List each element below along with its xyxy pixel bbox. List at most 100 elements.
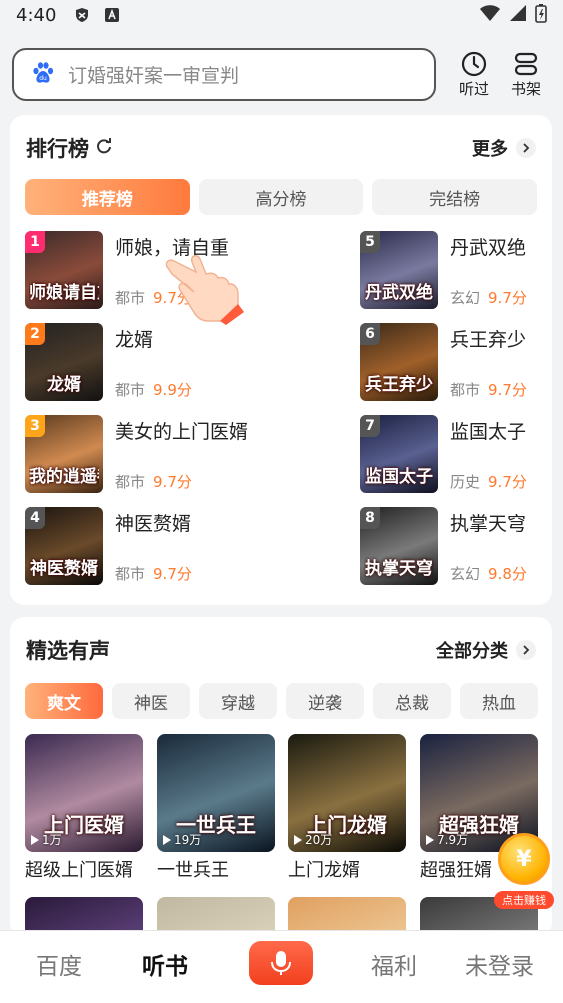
play-count-value: 20万 <box>305 833 333 847</box>
play-count-value: 19万 <box>174 833 202 847</box>
book-genre: 玄幻 <box>450 565 481 583</box>
book-cover: 8 执掌天穹 <box>360 507 438 585</box>
ranking-title-text: 排行榜 <box>26 137 89 161</box>
book-title: 兵王弃少 <box>450 329 527 351</box>
bookshelf-button[interactable]: 书架 <box>506 50 546 99</box>
play-icon <box>31 834 39 845</box>
nav-welfare[interactable]: 福利 <box>371 947 417 981</box>
audio-section-title: 精选有声 <box>26 635 110 665</box>
book-genre: 都市 <box>115 565 146 583</box>
ranking-book-item[interactable]: 5 丹武双绝 丹武双绝 玄幻 9.7分 <box>360 231 563 311</box>
chevron-right-icon <box>516 138 536 158</box>
play-count-value: 1万 <box>42 833 62 847</box>
refresh-icon[interactable] <box>95 136 113 160</box>
category-tab[interactable]: 逆袭 <box>286 683 364 719</box>
category-tab[interactable]: 热血 <box>460 683 538 719</box>
nav-listen[interactable]: 听书 <box>142 947 188 981</box>
tab-high-score[interactable]: 高分榜 <box>198 179 364 215</box>
ranking-book-item[interactable]: 3 我的逍遥都市 美女的上门医婿 都市 9.7分 <box>25 415 285 495</box>
ranking-book-item[interactable]: 6 兵王弃少 兵王弃少 都市 9.7分 <box>360 323 563 403</box>
book-title: 神医赘婿 <box>115 513 192 535</box>
play-count: 19万 <box>163 831 201 848</box>
ranking-book-item[interactable]: 2 龙婿 龙婿 都市 9.9分 <box>25 323 285 403</box>
ranking-card: 排行榜 更多 推荐榜 高分榜 完结榜 1 师娘请自重 师娘，请自重 都市9.7分… <box>10 115 552 605</box>
book-score: 9.7分 <box>488 381 527 399</box>
ranking-more-link[interactable]: 更多 <box>472 135 536 161</box>
nav-account[interactable]: 未登录 <box>465 947 534 981</box>
audio-cover[interactable] <box>25 897 143 932</box>
search-input[interactable]: du 订婚强奸案一审宣判 <box>12 48 436 101</box>
cover-caption: 神医赘婿 <box>30 559 98 579</box>
earn-money-label: 点击赚钱 <box>494 891 554 909</box>
status-time: 4:40 <box>16 4 57 26</box>
book-cover: 3 我的逍遥都市 <box>25 415 103 493</box>
book-meta: 历史 9.7分 <box>450 471 527 492</box>
category-tab[interactable]: 爽文 <box>25 683 103 719</box>
partial-book-row <box>10 897 552 932</box>
cover-caption: 我的逍遥都市 <box>29 467 99 487</box>
ranking-book-item[interactable]: 4 神医赘婿 神医赘婿 都市 9.7分 <box>25 507 285 587</box>
ranking-book-item[interactable]: 8 执掌天穹 执掌天穹 玄幻 9.8分 <box>360 507 563 587</box>
book-genre: 都市 <box>450 381 481 399</box>
audio-cover: 一世兵王 19万 <box>157 734 275 852</box>
svg-text:du: du <box>39 75 47 82</box>
ranking-book-item[interactable]: 7 监国太子 监国太子 历史 9.7分 <box>360 415 563 495</box>
audio-book-item[interactable]: 一世兵王 19万 一世兵王 <box>157 734 275 882</box>
book-cover: 5 丹武双绝 <box>360 231 438 309</box>
category-tab[interactable]: 总裁 <box>373 683 451 719</box>
wifi-icon <box>479 4 501 27</box>
all-categories-link[interactable]: 全部分类 <box>436 637 536 663</box>
category-tab[interactable]: 神医 <box>112 683 190 719</box>
play-count-value: 7.9万 <box>437 833 469 847</box>
audio-cover[interactable] <box>288 897 406 932</box>
audio-card: 精选有声 全部分类 爽文 神医 穿越 逆袭 总裁 热血 上门医婿 1万 超级上门… <box>10 617 552 937</box>
bottom-nav: 百度 听书 福利 未登录 <box>0 930 563 1003</box>
audio-book-item[interactable]: 上门医婿 1万 超级上门医婿 <box>25 734 143 882</box>
earn-money-widget[interactable]: ¥ 点击赚钱 <box>494 833 554 913</box>
book-cover: 4 神医赘婿 <box>25 507 103 585</box>
audio-cover: 上门龙婿 20万 <box>288 734 406 852</box>
book-title: 丹武双绝 <box>450 237 527 259</box>
book-meta: 玄幻 9.8分 <box>450 563 527 584</box>
ranking-more-label: 更多 <box>472 139 508 160</box>
book-score: 9.7分 <box>488 473 527 491</box>
book-score: 9.8分 <box>488 565 527 583</box>
book-score: 9.7分 <box>488 289 527 307</box>
nav-baidu[interactable]: 百度 <box>36 947 82 981</box>
voice-search-button[interactable] <box>249 941 313 985</box>
history-button[interactable]: 听过 <box>454 50 494 99</box>
book-title: 龙婿 <box>115 329 154 351</box>
audio-book-title: 一世兵王 <box>157 860 229 881</box>
play-count: 7.9万 <box>426 831 468 848</box>
book-score: 9.7分 <box>153 473 192 491</box>
cover-caption: 丹武双绝 <box>365 283 433 303</box>
book-genre: 历史 <box>450 473 481 491</box>
play-count: 20万 <box>294 831 332 848</box>
book-genre: 玄幻 <box>450 289 481 307</box>
book-meta: 都市 9.7分 <box>450 379 527 400</box>
tab-recommend[interactable]: 推荐榜 <box>25 179 190 215</box>
book-title: 美女的上门医婿 <box>115 421 249 443</box>
rank-badge: 5 <box>360 231 380 253</box>
book-score: 9.7分 <box>153 565 192 583</box>
audio-book-title: 上门龙婿 <box>288 860 360 881</box>
top-bar: du 订婚强奸案一审宣判 听过 书架 <box>0 40 563 110</box>
all-categories-label: 全部分类 <box>436 641 508 662</box>
battery-icon <box>535 3 547 28</box>
play-icon <box>426 834 434 845</box>
bookshelf-label: 书架 <box>510 80 541 98</box>
book-genre: 都市 <box>115 289 146 307</box>
category-tabs: 爽文 神医 穿越 逆袭 总裁 热血 <box>25 683 552 719</box>
rank-badge: 4 <box>25 507 45 529</box>
category-tab[interactable]: 穿越 <box>199 683 277 719</box>
book-meta: 都市 9.7分 <box>115 563 192 584</box>
audio-title-text: 精选有声 <box>26 639 110 663</box>
baidu-paw-icon: du <box>30 60 56 90</box>
audio-book-item[interactable]: 上门龙婿 20万 上门龙婿 <box>288 734 406 882</box>
tab-completed[interactable]: 完结榜 <box>372 179 538 215</box>
audio-cover[interactable] <box>157 897 275 932</box>
book-genre: 都市 <box>115 473 146 491</box>
rank-badge: 1 <box>25 231 45 253</box>
shield-icon <box>74 7 90 23</box>
status-bar: 4:40 <box>0 0 563 30</box>
